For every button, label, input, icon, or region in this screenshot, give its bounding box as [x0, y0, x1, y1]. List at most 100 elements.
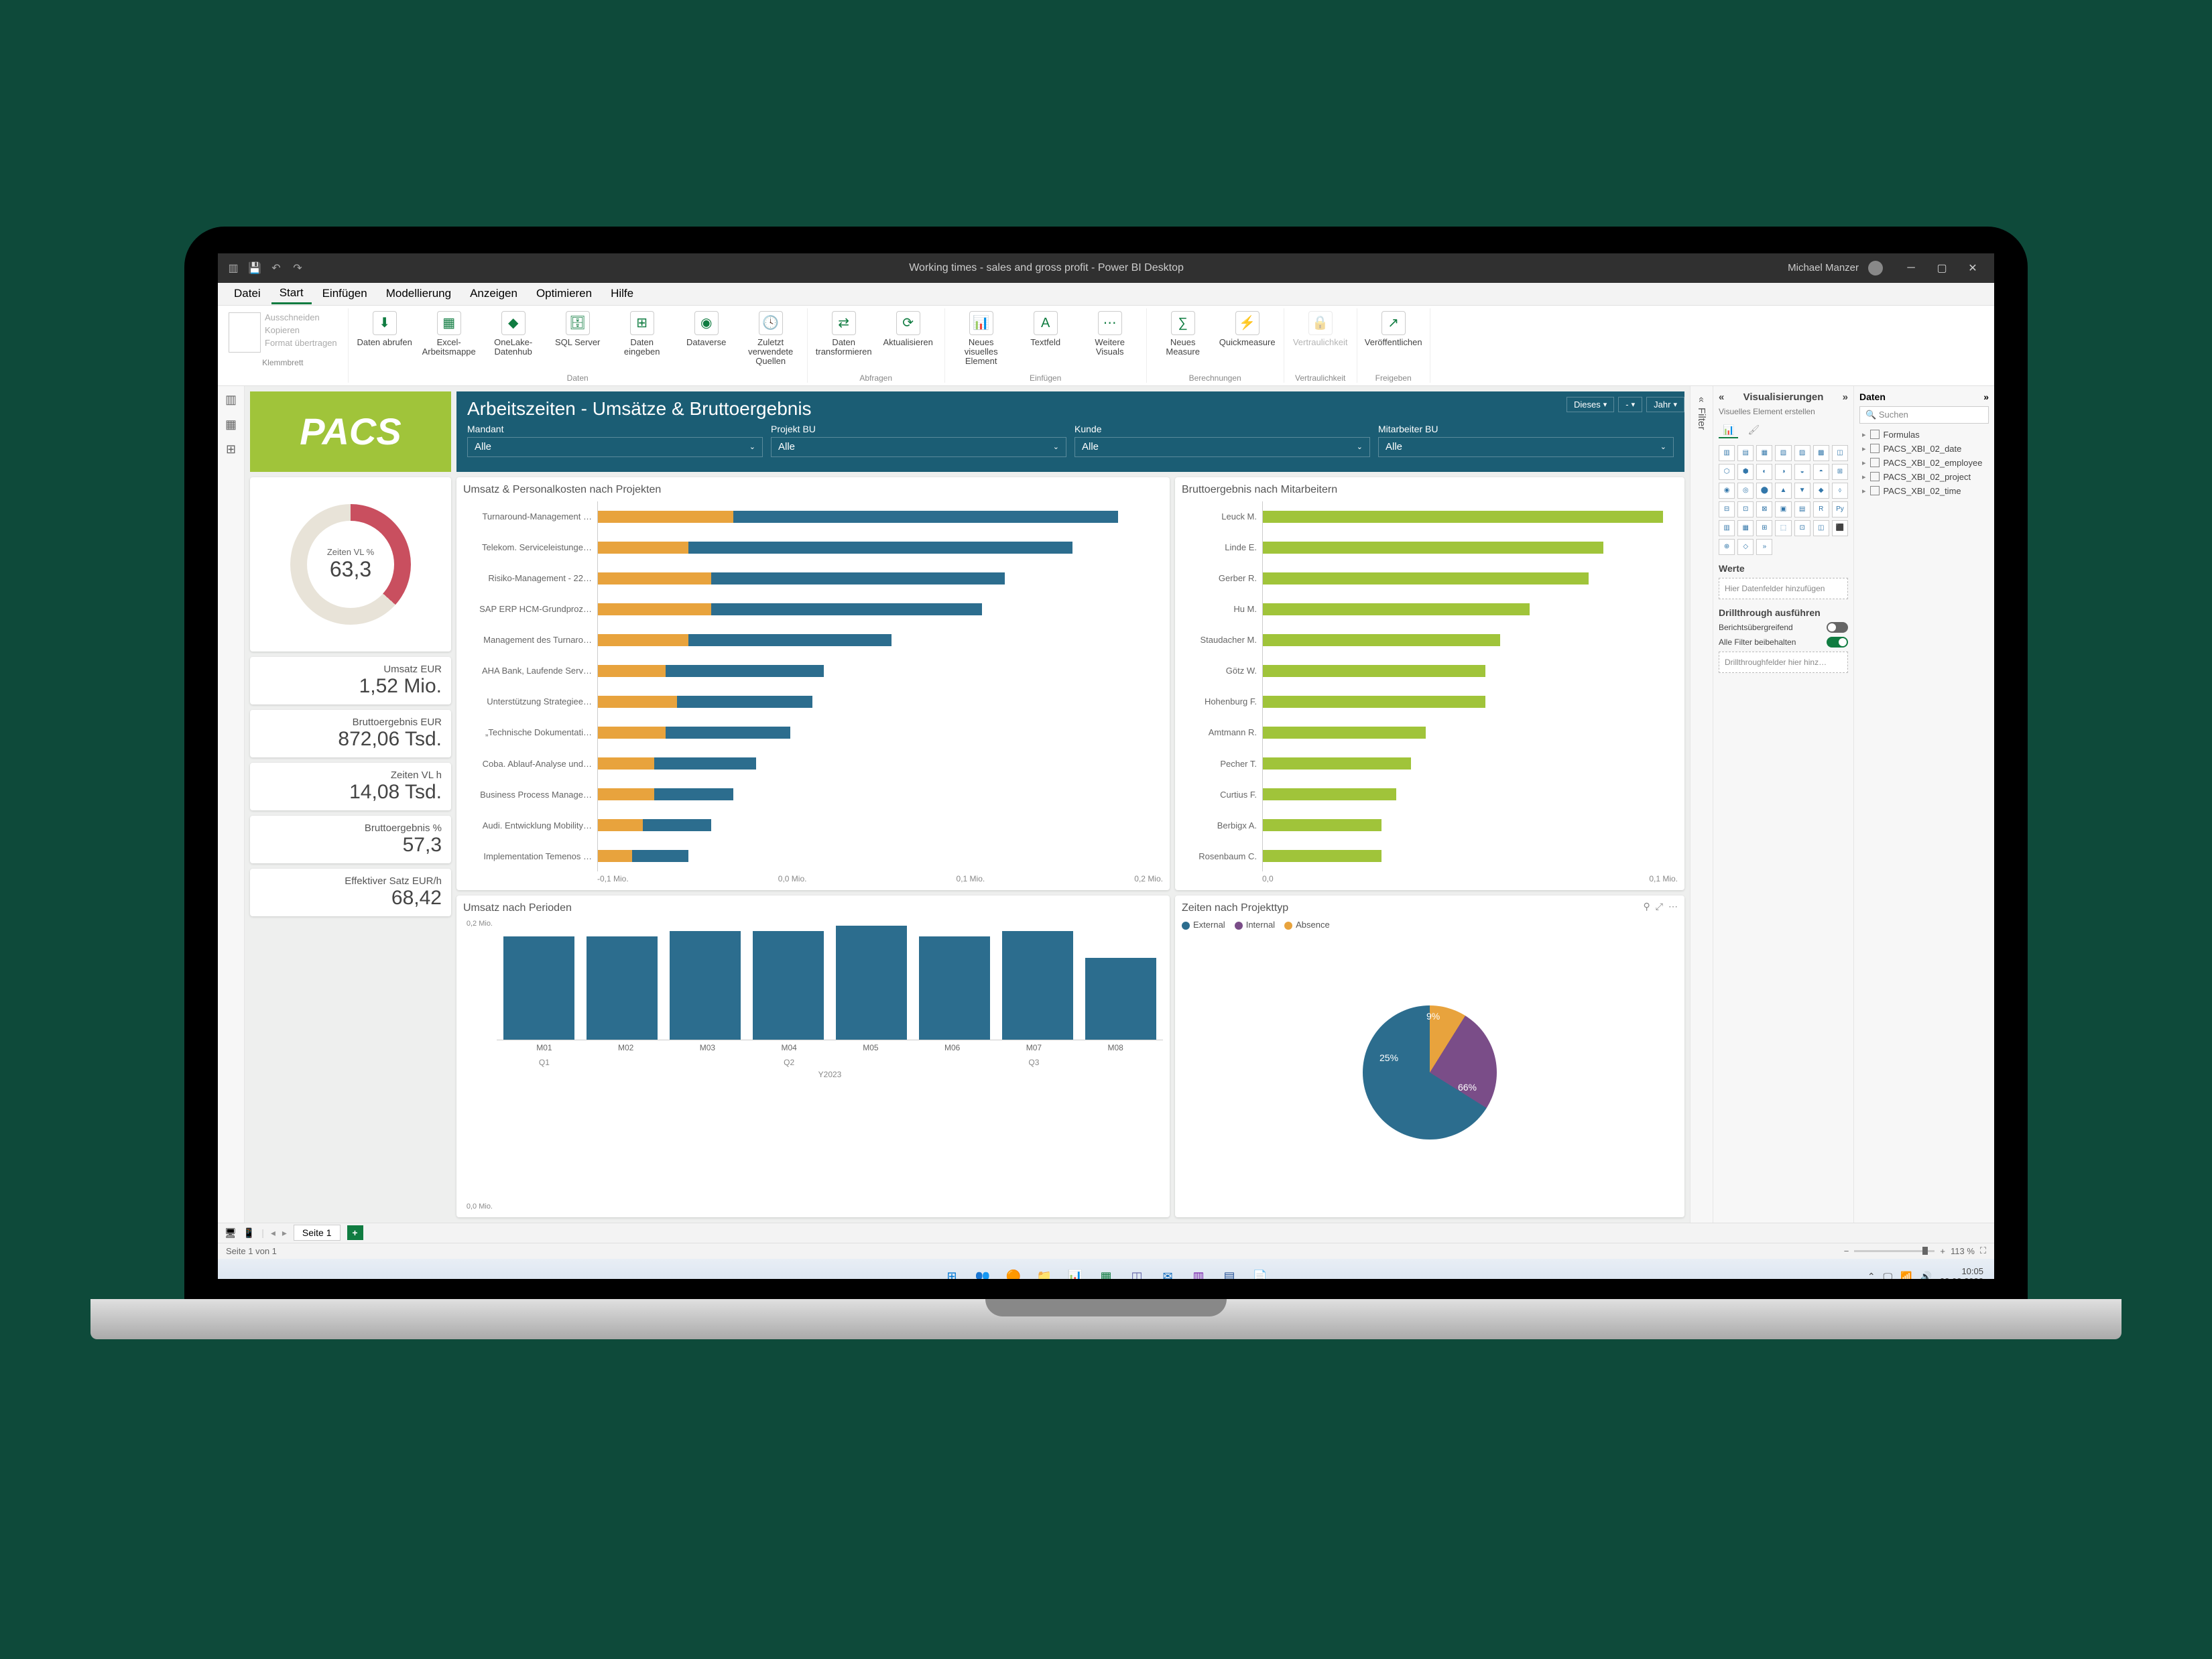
menu-start[interactable]: Start	[271, 284, 312, 304]
expand-data-icon[interactable]: »	[1983, 391, 1989, 402]
copy-button[interactable]: Kopieren	[265, 325, 337, 335]
publish-button[interactable]: ↗Veröffentlichen	[1364, 311, 1423, 347]
table-item[interactable]: PACS_XBI_02_date	[1859, 442, 1989, 456]
model-view-icon[interactable]: ⊞	[226, 442, 236, 456]
expand-filters-icon[interactable]: «	[1696, 397, 1707, 402]
report-canvas[interactable]: PACS Dieses▾ -▾ Jahr▾ Arbeitszeiten - Um…	[245, 386, 1690, 1223]
menu-optimieren[interactable]: Optimieren	[528, 284, 600, 303]
tray-sound-icon[interactable]: 🔊	[1920, 1271, 1931, 1279]
table-item[interactable]: Formulas	[1859, 428, 1989, 442]
new-measure-button[interactable]: ∑Neues Measure	[1154, 311, 1213, 357]
mobile-layout-icon[interactable]: 📱	[243, 1227, 255, 1239]
close-button[interactable]: ✕	[1959, 259, 1986, 278]
transform-button[interactable]: ⇄Daten transformieren	[814, 311, 873, 357]
filter-mandant-select[interactable]: Alle⌄	[467, 437, 763, 457]
taskbar-pdf-icon[interactable]: 📄	[1249, 1266, 1271, 1279]
maximize-button[interactable]: ▢	[1928, 259, 1955, 278]
taskbar-teams-icon[interactable]: 👥	[972, 1266, 993, 1279]
sensitivity-button[interactable]: 🔒Vertraulichkeit	[1291, 311, 1350, 347]
kpi-satz[interactable]: Effektiver Satz EUR/h68,42	[250, 869, 451, 916]
undo-icon[interactable]: ↶	[269, 261, 284, 275]
tray-chevron-icon[interactable]: ⌃	[1867, 1271, 1876, 1279]
filters-pane-collapsed[interactable]: « Filter	[1690, 386, 1713, 1223]
more-icon[interactable]: ⋯	[1668, 901, 1678, 912]
enter-data-button[interactable]: ⊞Daten eingeben	[613, 311, 672, 357]
chart-projekttyp[interactable]: ⚲⤢⋯ Zeiten nach Projekttyp External Inte…	[1175, 896, 1684, 1217]
cut-button[interactable]: Ausschneiden	[265, 312, 337, 322]
gauge-card[interactable]: Zeiten VL % 63,3	[250, 477, 451, 652]
redo-icon[interactable]: ↷	[290, 261, 305, 275]
sql-button[interactable]: 🗄SQL Server	[548, 311, 607, 347]
kpi-brutto-pct[interactable]: Bruttoergebnis %57,3	[250, 816, 451, 863]
table-item[interactable]: PACS_XBI_02_employee	[1859, 456, 1989, 470]
paste-button[interactable]	[229, 312, 261, 353]
taskbar-powerbi-icon[interactable]: 📊	[1064, 1266, 1086, 1279]
minimize-button[interactable]: ─	[1898, 259, 1924, 278]
quick-measure-button[interactable]: ⚡Quickmeasure	[1218, 311, 1277, 347]
next-page-icon[interactable]: ▸	[282, 1227, 287, 1239]
format-painter-button[interactable]: Format übertragen	[265, 338, 337, 348]
table-view-icon[interactable]: ▦	[225, 418, 237, 432]
cross-report-toggle[interactable]	[1827, 622, 1848, 633]
menu-anzeigen[interactable]: Anzeigen	[462, 284, 526, 303]
tray-screen-icon[interactable]: 🖵	[1884, 1271, 1893, 1279]
get-data-button[interactable]: ⬇Daten abrufen	[355, 311, 414, 347]
visual-picker[interactable]: ▥▤▦▧▨▩◫ ⬡⬢◐◑◒◓⊞ ◉◎⬤▲▼◆⬨ ⊟⊡⊠▣▤RPy ▥▦⊞⬚⊡◫⬛…	[1719, 445, 1848, 555]
zoom-slider[interactable]	[1854, 1250, 1934, 1252]
taskbar-clock[interactable]: 10:05 23.08.2023	[1940, 1267, 1983, 1278]
taskbar-onenote-icon[interactable]: ▥	[1188, 1266, 1209, 1279]
excel-button[interactable]: ▦Excel-Arbeitsmappe	[420, 311, 479, 357]
taskbar-excel-icon[interactable]: ▦	[1095, 1266, 1117, 1279]
taskbar-outlook-icon[interactable]: ✉	[1157, 1266, 1178, 1279]
textbox-button[interactable]: ATextfeld	[1016, 311, 1075, 347]
recent-sources-button[interactable]: 🕓Zuletzt verwendete Quellen	[741, 311, 800, 367]
filter-mitarbeiter-select[interactable]: Alle⌄	[1378, 437, 1674, 457]
table-item[interactable]: PACS_XBI_02_project	[1859, 470, 1989, 484]
format-tab-icon[interactable]: 🖌	[1743, 423, 1764, 438]
onelake-button[interactable]: ◆OneLake-Datenhub	[484, 311, 543, 357]
taskbar-teams2-icon[interactable]: ◫	[1126, 1266, 1148, 1279]
kpi-brutto-eur[interactable]: Bruttoergebnis EUR872,06 Tsd.	[250, 710, 451, 757]
chart-perioden[interactable]: Umsatz nach Perioden 0,2 Mio.0,0 Mio. M0…	[456, 896, 1170, 1217]
focus-icon[interactable]: ⤢	[1656, 901, 1663, 912]
values-well[interactable]: Hier Datenfelder hinzufügen	[1719, 578, 1848, 599]
zoom-in-icon[interactable]: +	[1940, 1246, 1945, 1256]
taskbar-app-icon[interactable]: 🟠	[1003, 1266, 1024, 1279]
menu-datei[interactable]: Datei	[226, 284, 269, 303]
taskbar-explorer-icon[interactable]: 📁	[1034, 1266, 1055, 1279]
build-tab-icon[interactable]: 📊	[1719, 423, 1738, 438]
menu-modellierung[interactable]: Modellierung	[378, 284, 459, 303]
filter-icon[interactable]: ⚲	[1644, 901, 1650, 912]
add-page-button[interactable]: +	[347, 1225, 363, 1240]
kpi-umsatz[interactable]: Umsatz EUR1,52 Mio.	[250, 657, 451, 704]
new-visual-button[interactable]: 📊Neues visuelles Element	[952, 311, 1011, 367]
zoom-out-icon[interactable]: −	[1844, 1246, 1849, 1256]
start-icon[interactable]: ⊞	[941, 1266, 963, 1279]
chart-mitarbeiter[interactable]: Bruttoergebnis nach Mitarbeitern Leuck M…	[1175, 477, 1684, 891]
menu-hilfe[interactable]: Hilfe	[603, 284, 641, 303]
desktop-layout-icon[interactable]: 🖥	[225, 1227, 237, 1239]
dataverse-button[interactable]: ◉Dataverse	[677, 311, 736, 347]
table-item[interactable]: PACS_XBI_02_time	[1859, 484, 1989, 498]
save-icon[interactable]: 💾	[247, 261, 262, 275]
fit-page-icon[interactable]: ⛶	[1980, 1245, 1986, 1256]
tray-wifi-icon[interactable]: 📶	[1900, 1271, 1912, 1279]
drillthrough-well[interactable]: Drillthroughfelder hier hinz…	[1719, 652, 1848, 673]
prev-page-icon[interactable]: ◂	[271, 1227, 275, 1239]
period-pill-1[interactable]: Dieses▾	[1566, 397, 1614, 412]
menu-einfuegen[interactable]: Einfügen	[314, 284, 375, 303]
page-tab-1[interactable]: Seite 1	[294, 1225, 341, 1241]
search-input[interactable]: 🔍 Suchen	[1859, 406, 1989, 424]
filter-projekt-select[interactable]: Alle⌄	[771, 437, 1066, 457]
taskbar-word-icon[interactable]: ▤	[1219, 1266, 1240, 1279]
user-avatar-icon[interactable]	[1868, 261, 1883, 275]
chart-projekte[interactable]: Umsatz & Personalkosten nach Projekten T…	[456, 477, 1170, 891]
period-pill-3[interactable]: Jahr▾	[1646, 397, 1684, 412]
refresh-button[interactable]: ⟳Aktualisieren	[879, 311, 938, 347]
filter-kunde-select[interactable]: Alle⌄	[1074, 437, 1370, 457]
period-pill-2[interactable]: -▾	[1618, 397, 1642, 412]
more-visuals-button[interactable]: ⋯Weitere Visuals	[1081, 311, 1140, 357]
report-view-icon[interactable]: ▥	[225, 393, 237, 407]
kpi-zeiten[interactable]: Zeiten VL h14,08 Tsd.	[250, 763, 451, 810]
keep-filters-toggle[interactable]	[1827, 637, 1848, 648]
